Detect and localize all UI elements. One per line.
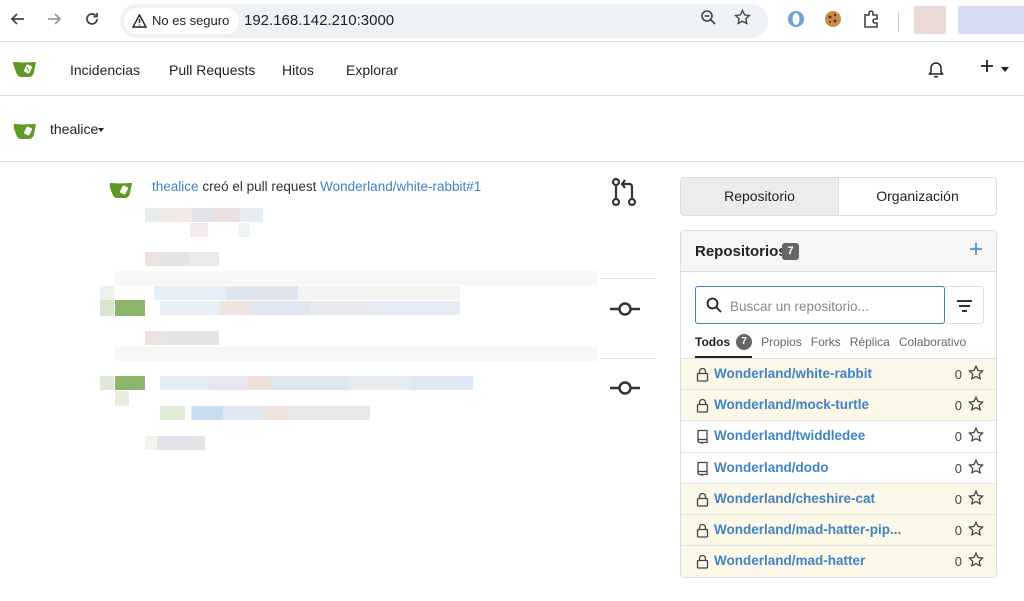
repository-panel-header: Repositorios 7 [681, 231, 996, 272]
profile-chip[interactable] [958, 6, 1024, 34]
star-icon[interactable] [967, 427, 985, 448]
repository-filter-tabs: Todos 7 Propios Forks Réplica Colaborati… [695, 332, 975, 358]
repository-row[interactable]: Wonderland/mad-hatter 0 [681, 546, 996, 577]
top-navbar: Incidencias Pull Requests Hitos Explorar [0, 43, 1024, 96]
repository-row[interactable]: Wonderland/white-rabbit 0 [681, 359, 996, 391]
repository-name-link[interactable]: Wonderland/twiddledee [714, 428, 865, 443]
bookmark-star-icon[interactable] [730, 8, 754, 33]
user-avatar[interactable] [12, 121, 40, 146]
tab-repository[interactable]: Repositorio [681, 178, 839, 215]
repository-star-count: 0 [954, 554, 962, 570]
create-plus-icon[interactable] [980, 56, 994, 79]
feed-target-link[interactable]: Wonderland/white-rabbit#1 [320, 179, 481, 194]
address-bar[interactable]: No es seguro 192.168.142.210:3000 [120, 4, 768, 38]
star-icon[interactable] [967, 364, 985, 386]
feed-action-line: thealice creó el pull request Wonderland… [152, 179, 481, 194]
repository-row[interactable]: Wonderland/mock-turtle 0 [681, 390, 996, 422]
repository-star-count: 0 [954, 429, 962, 445]
repo-icon [696, 461, 709, 481]
repository-list: Wonderland/white-rabbit 0 Wonderland/mock-… [681, 359, 996, 577]
gitea-logo-icon[interactable] [12, 59, 40, 84]
security-chip[interactable]: No es seguro [124, 8, 240, 34]
bell-icon[interactable] [928, 60, 944, 83]
context-caret-icon[interactable] [98, 128, 104, 132]
subtab-all-count: 7 [736, 334, 753, 350]
repository-row[interactable]: Wonderland/cheshire-cat 0 [681, 483, 996, 515]
reload-icon[interactable] [80, 9, 104, 33]
subtab-owned[interactable]: Propios [761, 332, 802, 358]
lock-icon [696, 554, 709, 574]
lock-icon [696, 398, 709, 418]
dashboard-tabs: Repositorio Organización [680, 177, 997, 216]
nav-explore[interactable]: Explorar [346, 43, 398, 97]
feed-divider [600, 278, 655, 279]
back-icon[interactable] [6, 9, 30, 33]
repository-name-link[interactable]: Wonderland/mad-hatter [714, 553, 865, 568]
feed-action-text: creó el pull request [202, 179, 317, 194]
repository-star-count: 0 [954, 367, 962, 382]
subtab-all-label: Todos [695, 335, 731, 349]
repository-name-link[interactable]: Wonderland/dodo [714, 460, 829, 475]
puzzle-icon[interactable] [861, 9, 883, 31]
commit-icon [609, 378, 641, 403]
extension-icon[interactable] [786, 9, 808, 31]
cookie-icon[interactable] [823, 9, 845, 31]
subtab-forks[interactable]: Forks [811, 332, 841, 358]
feed-avatar [108, 180, 136, 205]
feed-actor-link[interactable]: thealice [152, 179, 199, 194]
star-icon[interactable] [967, 551, 985, 573]
forward-icon[interactable] [42, 9, 66, 33]
nav-issues[interactable]: Incidencias [70, 43, 140, 97]
repository-search-box [695, 286, 945, 324]
repository-star-count: 0 [954, 522, 962, 538]
repository-star-count: 0 [954, 491, 962, 507]
repo-icon [696, 429, 709, 449]
feed-divider [600, 358, 655, 359]
pull-request-icon [610, 177, 638, 212]
lock-icon [696, 367, 709, 387]
star-icon[interactable] [967, 489, 985, 511]
browser-toolbar: No es seguro 192.168.142.210:3000 [0, 0, 1024, 42]
tab-organization[interactable]: Organización [839, 178, 996, 215]
repository-count-badge: 7 [782, 243, 799, 260]
nav-milestones[interactable]: Hitos [282, 43, 314, 97]
subtab-all[interactable]: Todos 7 [695, 332, 753, 358]
repository-panel-title: Repositorios [695, 243, 787, 260]
repository-name-link[interactable]: Wonderland/mad-hatter-pip... [714, 522, 901, 537]
star-icon[interactable] [967, 520, 985, 542]
toolbar-divider [898, 12, 899, 32]
repository-panel: Repositorios 7 Todos 7 Propios For [680, 230, 997, 578]
activity-feed: thealice creó el pull request Wonderland… [0, 163, 660, 601]
repository-search-area: Todos 7 Propios Forks Réplica Colaborati… [681, 272, 996, 359]
star-icon[interactable] [967, 458, 985, 480]
repository-row[interactable]: Wonderland/twiddledee 0 [681, 421, 996, 453]
subtab-mirrors[interactable]: Réplica [850, 332, 890, 358]
repository-name-link[interactable]: Wonderland/mock-turtle [714, 397, 869, 412]
star-icon[interactable] [967, 395, 985, 417]
context-username[interactable]: thealice [50, 121, 98, 137]
warning-icon [132, 14, 147, 28]
zoom-icon[interactable] [696, 9, 720, 33]
profile-avatar[interactable] [914, 6, 946, 34]
security-label: No es seguro [152, 13, 230, 28]
commit-icon [609, 299, 641, 324]
repository-star-count: 0 [954, 460, 962, 476]
nav-pull-requests[interactable]: Pull Requests [169, 43, 255, 97]
repository-star-count: 0 [954, 398, 962, 414]
repository-name-link[interactable]: Wonderland/white-rabbit [714, 366, 872, 381]
repository-row[interactable]: Wonderland/mad-hatter-pip... 0 [681, 514, 996, 547]
filter-button[interactable] [945, 286, 984, 324]
lock-icon [696, 492, 709, 512]
subtab-collaborative[interactable]: Colaborativo [899, 332, 966, 358]
repository-name-link[interactable]: Wonderland/cheshire-cat [714, 491, 875, 506]
context-switcher: thealice [0, 97, 1024, 162]
repository-search-input[interactable] [730, 295, 936, 317]
add-repository-icon[interactable] [970, 238, 982, 261]
url-text[interactable]: 192.168.142.210:3000 [244, 4, 394, 38]
create-dropdown-caret-icon[interactable] [1001, 67, 1009, 72]
repository-row[interactable]: Wonderland/dodo 0 [681, 453, 996, 484]
lock-icon [696, 523, 709, 543]
search-icon [706, 297, 722, 318]
